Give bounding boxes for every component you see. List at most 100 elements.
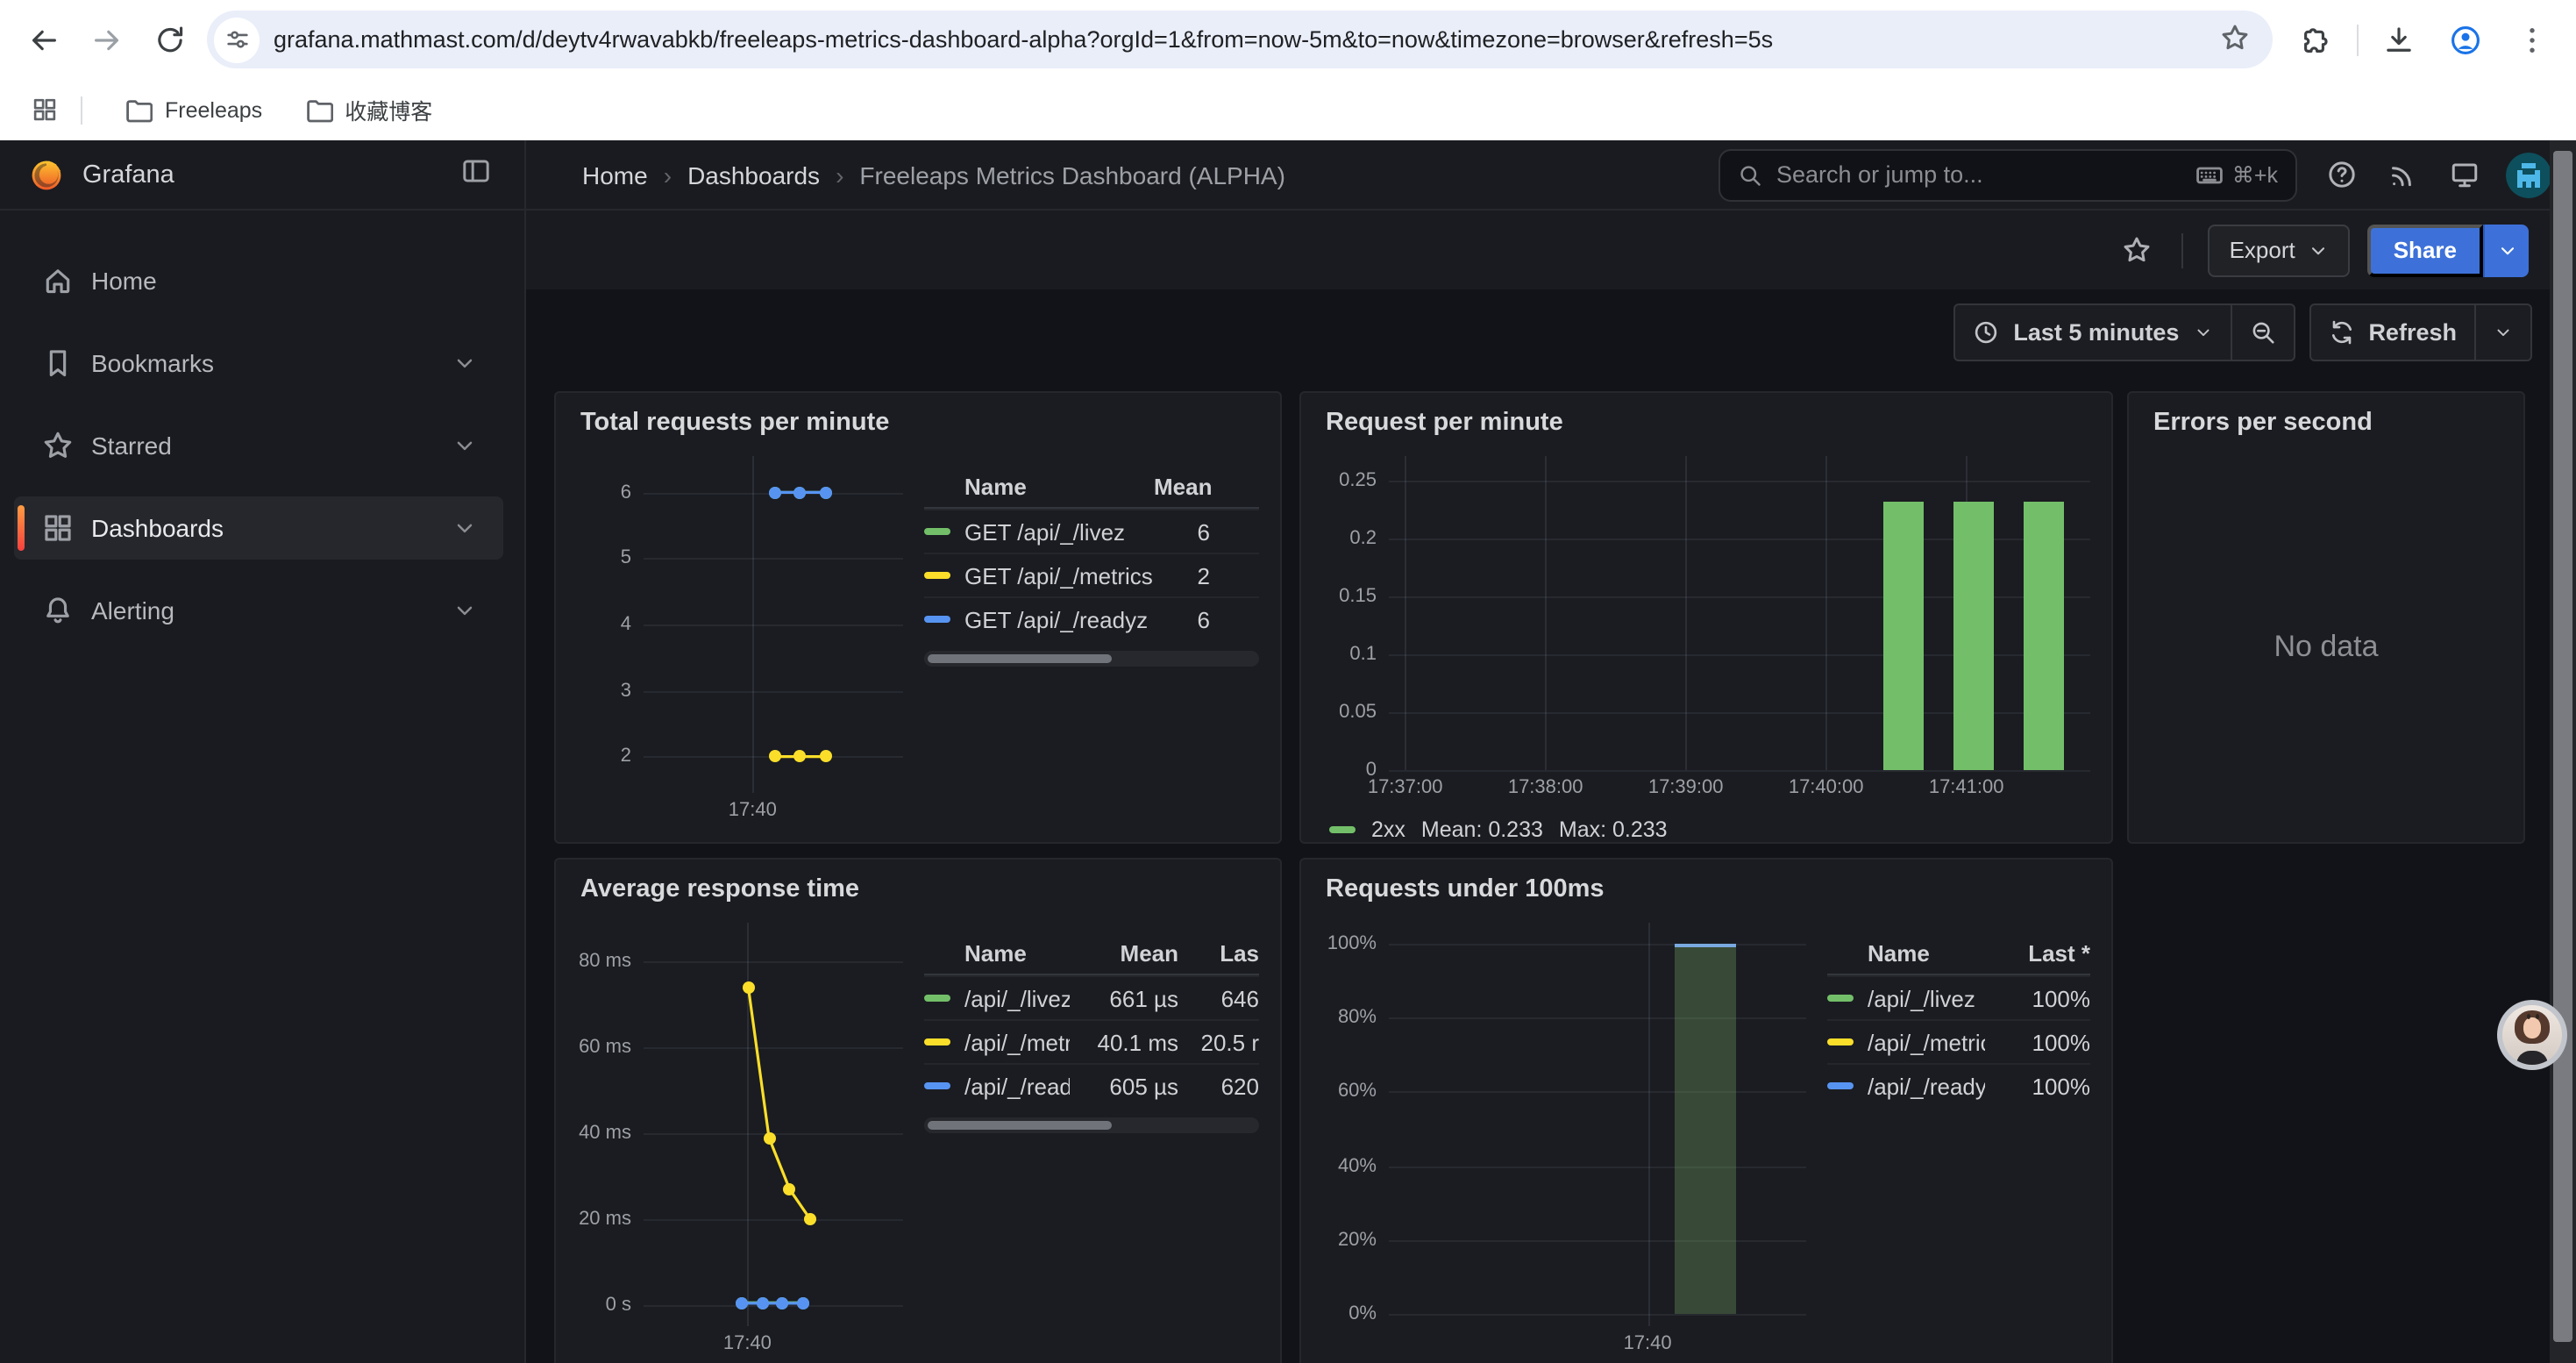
- forward-icon[interactable]: [81, 13, 133, 66]
- bell-icon: [25, 595, 91, 626]
- back-icon[interactable]: [18, 13, 70, 66]
- table-horizontal-scrollbar[interactable]: [924, 651, 1259, 667]
- chevron-down-icon[interactable]: [444, 598, 486, 623]
- sidebar-toggle-icon[interactable]: [461, 155, 500, 194]
- x-tick-label: 17:39:00: [1648, 777, 1724, 798]
- home-icon: [25, 265, 91, 296]
- bookmark-item[interactable]: Freeleaps: [107, 86, 280, 133]
- series-lines: [644, 923, 903, 1326]
- floating-assistant-avatar[interactable]: [2497, 1000, 2567, 1070]
- export-button[interactable]: Export: [2209, 224, 2350, 276]
- y-tick-label: 0.1: [1349, 644, 1377, 665]
- folder-icon: [125, 96, 153, 124]
- panel-errors-per-second[interactable]: Errors per second No data: [2127, 391, 2525, 844]
- column-header[interactable]: Las: [1178, 940, 1259, 967]
- panel-average-response-time[interactable]: Average response time 80 ms60 ms40 ms20 …: [554, 858, 1282, 1363]
- x-axis-labels: 17:40: [644, 793, 903, 824]
- y-tick-label: 80 ms: [579, 951, 631, 972]
- y-tick-label: 0.2: [1349, 529, 1377, 550]
- bookmark-item[interactable]: 收藏博客: [287, 86, 450, 133]
- series-lines: [644, 456, 903, 793]
- sidebar-item-starred[interactable]: Starred: [14, 414, 503, 477]
- table-row[interactable]: /api/_/livez661 µs646: [924, 975, 1259, 1019]
- gridline: [1686, 456, 1688, 770]
- site-settings-icon[interactable]: [214, 17, 260, 62]
- panel-request-per-minute[interactable]: Request per minute 0.250.20.150.10.050 1…: [1299, 391, 2113, 844]
- column-header[interactable]: Mean: [1070, 940, 1178, 967]
- share-button[interactable]: Share: [2367, 224, 2483, 276]
- user-avatar[interactable]: [2506, 152, 2551, 197]
- y-tick-label: 0.15: [1339, 587, 1377, 608]
- table-row[interactable]: GET /api/_/metrics2: [924, 553, 1259, 596]
- panel-total-requests-per-minute[interactable]: Total requests per minute 65432 17:40 Na…: [554, 391, 1282, 844]
- table-row[interactable]: /api/_/readyz100%: [1827, 1063, 2090, 1107]
- table-row[interactable]: /api/_/readyz605 µs620: [924, 1063, 1259, 1107]
- breadcrumb-item[interactable]: Freeleaps Metrics Dashboard (ALPHA): [859, 161, 1285, 189]
- breadcrumb-item[interactable]: Home: [582, 161, 648, 189]
- downloads-icon[interactable]: [2373, 13, 2425, 66]
- series-color-pill: [1827, 1038, 1854, 1045]
- table-row[interactable]: /api/_/livez100%: [1827, 975, 2090, 1019]
- scrollbar-thumb[interactable]: [2553, 151, 2572, 1342]
- url-text[interactable]: grafana.mathmast.com/d/deytv4rwavabkb/fr…: [274, 26, 2206, 53]
- y-axis-labels: 80 ms60 ms40 ms20 ms0 s: [570, 923, 644, 1326]
- column-header[interactable]: Name: [964, 940, 1070, 967]
- favorite-star-icon[interactable]: [2116, 229, 2158, 271]
- breadcrumb-item[interactable]: Dashboards: [687, 161, 820, 189]
- panel-title[interactable]: Errors per second: [2129, 393, 2523, 453]
- folder-icon: [304, 96, 332, 124]
- panel-title[interactable]: Request per minute: [1301, 393, 2111, 453]
- zoom-out-button[interactable]: [2231, 305, 2293, 360]
- search-input[interactable]: Search or jump to... ⌘+k: [1719, 148, 2297, 201]
- series-color-pill: [924, 1038, 950, 1045]
- grafana-logo-icon[interactable]: [28, 156, 65, 193]
- page-scrollbar[interactable]: [2550, 140, 2576, 1363]
- sidebar-item-dashboards[interactable]: Dashboards: [14, 496, 503, 560]
- chevron-down-icon[interactable]: [444, 516, 486, 540]
- legend-max: Max: 0.233: [1559, 817, 1668, 842]
- reload-icon[interactable]: [144, 13, 196, 66]
- table-row[interactable]: GET /api/_/readyz6: [924, 596, 1259, 640]
- bar: [2024, 501, 2063, 770]
- column-header[interactable]: Name: [1868, 940, 1985, 967]
- column-header[interactable]: Mean: [1154, 474, 1259, 500]
- actionbar-divider: [2182, 232, 2184, 268]
- y-tick-label: 5: [621, 548, 631, 569]
- monitor-icon[interactable]: [2444, 155, 2483, 194]
- panel-title[interactable]: Requests under 100ms: [1301, 860, 2111, 919]
- sidebar-item-home[interactable]: Home: [14, 249, 503, 312]
- y-tick-label: 20 ms: [579, 1210, 631, 1231]
- apps-grid-icon[interactable]: [25, 90, 63, 129]
- chevron-down-icon[interactable]: [444, 433, 486, 458]
- profile-icon[interactable]: [2439, 13, 2492, 66]
- bookmark-star-icon[interactable]: [2220, 22, 2255, 57]
- sidebar-item-alerting[interactable]: Alerting: [14, 579, 503, 642]
- table-row[interactable]: GET /api/_/livez6: [924, 509, 1259, 553]
- sidebar-item-bookmarks[interactable]: Bookmarks: [14, 332, 503, 395]
- news-rss-icon[interactable]: [2383, 155, 2422, 194]
- gridline: [1389, 1240, 1806, 1242]
- viewport: grafana.mathmast.com/d/deytv4rwavabkb/fr…: [0, 0, 2576, 1363]
- bar: [1953, 501, 1993, 770]
- time-range-picker[interactable]: Last 5 minutes: [1955, 305, 2230, 360]
- panel-title[interactable]: Average response time: [556, 860, 1280, 919]
- data-point: [793, 751, 806, 763]
- refresh-interval-dropdown[interactable]: [2476, 305, 2530, 360]
- data-point: [777, 1297, 789, 1309]
- table-row[interactable]: /api/_/metrics40.1 ms20.5 r: [924, 1019, 1259, 1063]
- gridline: [1389, 1314, 1806, 1316]
- table-horizontal-scrollbar[interactable]: [924, 1117, 1259, 1133]
- table-row[interactable]: /api/_/metrics100%: [1827, 1019, 2090, 1063]
- column-header[interactable]: Last *: [1985, 940, 2090, 967]
- column-header[interactable]: Name: [964, 474, 1154, 500]
- panel-title[interactable]: Total requests per minute: [556, 393, 1280, 453]
- address-bar[interactable]: grafana.mathmast.com/d/deytv4rwavabkb/fr…: [207, 11, 2273, 68]
- chevron-down-icon[interactable]: [444, 351, 486, 375]
- share-dropdown-chevron-icon[interactable]: [2483, 224, 2529, 276]
- menu-kebab-icon[interactable]: [2506, 13, 2558, 66]
- help-icon[interactable]: [2322, 155, 2360, 194]
- extensions-icon[interactable]: [2290, 13, 2343, 66]
- chart-legend[interactable]: 2xx Mean: 0.233 Max: 0.233: [1315, 802, 2090, 842]
- refresh-button[interactable]: Refresh: [2310, 305, 2474, 360]
- panel-requests-under-100ms[interactable]: Requests under 100ms 100%80%60%40%20%0% …: [1299, 858, 2113, 1363]
